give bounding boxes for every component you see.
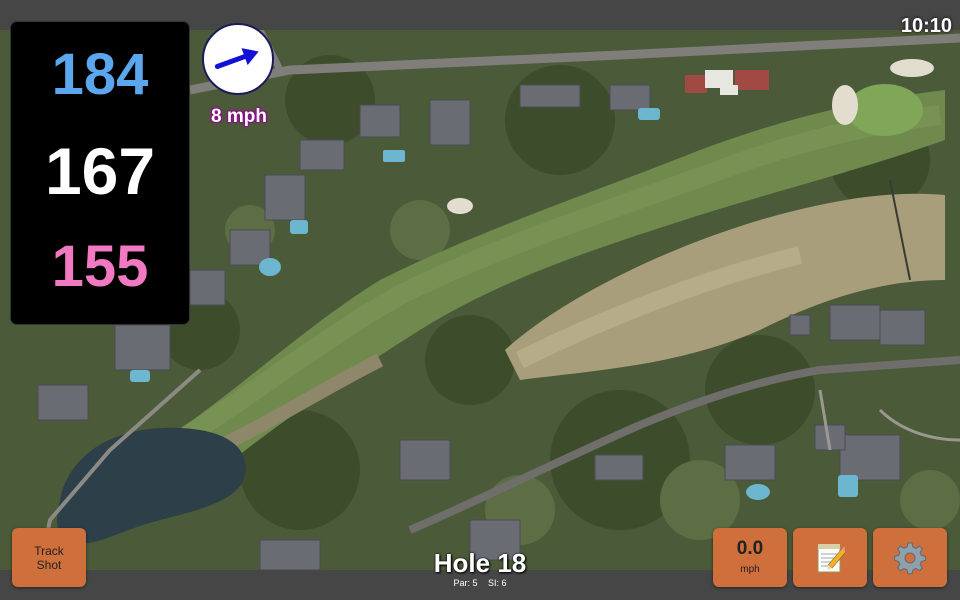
status-clock: 10:10 xyxy=(900,15,952,37)
speed-unit: mph xyxy=(740,563,760,575)
middle-distance: 167 xyxy=(44,134,156,208)
hole-info: Par: 5 SI: 6 xyxy=(380,578,580,588)
back-distance: 184 xyxy=(51,42,149,107)
hole-title: Hole 18 xyxy=(433,548,527,578)
speed-button[interactable]: 0.0 mph xyxy=(713,528,787,587)
distance-panel: 184 167 155 xyxy=(11,22,189,324)
hole-par: Par: 5 xyxy=(453,578,478,588)
track-shot-button[interactable]: Track Shot xyxy=(12,528,86,587)
settings-button[interactable] xyxy=(873,528,947,587)
speed-value: 0.0 xyxy=(736,537,764,559)
wind-speed-label: 8 mph xyxy=(211,106,267,127)
gear-icon xyxy=(894,542,926,574)
track-shot-label-line1: Track xyxy=(34,543,64,558)
track-shot-label-line2: Shot xyxy=(36,557,62,572)
front-distance: 155 xyxy=(51,234,149,299)
wind-direction-indicator xyxy=(202,23,274,95)
notes-button[interactable] xyxy=(793,528,867,587)
arrow-northeast-icon xyxy=(214,48,259,70)
hole-stroke-index: SI: 6 xyxy=(488,578,507,588)
notepad-icon xyxy=(817,543,845,572)
